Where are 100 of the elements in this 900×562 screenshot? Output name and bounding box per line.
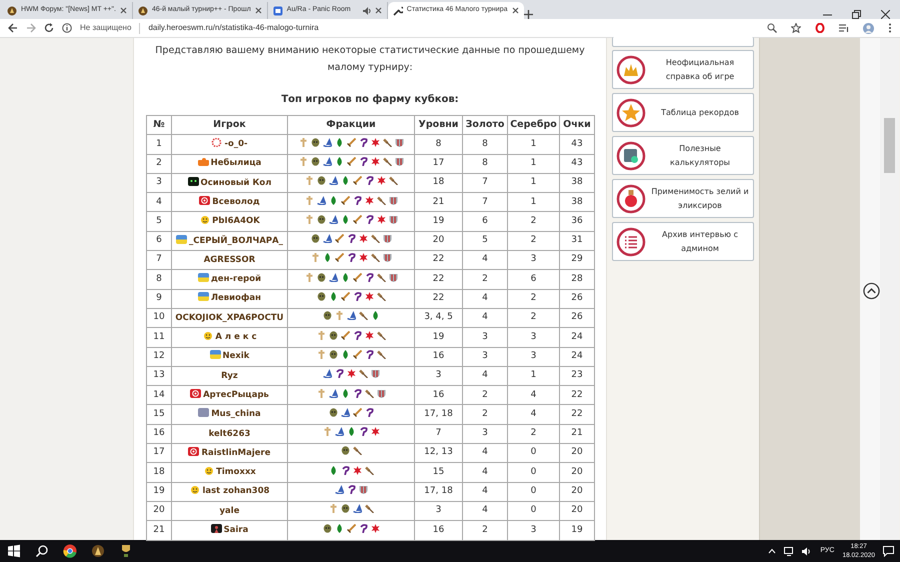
player-name[interactable]: -o_0-	[224, 139, 248, 150]
table-cell: 36	[560, 212, 594, 232]
sword-icon	[352, 214, 362, 224]
sidebar-link-label[interactable]: Таблица рекордов	[650, 106, 750, 120]
table-cell: 17	[146, 444, 172, 463]
menu-icon[interactable]	[888, 23, 892, 33]
sidebar-link-label[interactable]: Архив интервью с админом	[650, 228, 750, 256]
trophy-icon[interactable]	[119, 544, 133, 558]
star-burst-icon	[370, 138, 380, 147]
smiley-icon	[199, 215, 210, 224]
table-cell: 14	[146, 386, 172, 405]
puzzle-icon	[198, 157, 209, 166]
notification-icon[interactable]	[883, 546, 894, 556]
table-cell: 2	[462, 386, 508, 405]
shield-icon	[394, 156, 404, 166]
sword-icon	[340, 292, 350, 302]
table-cell: 22	[414, 289, 462, 308]
potion-icon	[616, 184, 646, 214]
table-cell: 31	[560, 231, 594, 251]
network-icon[interactable]	[784, 546, 794, 556]
table-cell: 19	[146, 482, 172, 502]
sidebar-card[interactable]: Полезные калькуляторы	[612, 136, 754, 175]
browser-icon[interactable]	[63, 544, 77, 558]
hammer-icon	[376, 330, 386, 340]
sidebar-card[interactable]: Неофициальная справка об игре	[612, 50, 754, 89]
sidebar-link-label[interactable]: Полезные калькуляторы	[650, 142, 750, 170]
table-cell: 20	[560, 444, 594, 463]
sword-icon	[352, 408, 362, 417]
reload-icon[interactable]	[44, 23, 54, 33]
player-name[interactable]: kelt6263	[208, 428, 250, 439]
speaker-icon[interactable]	[362, 6, 371, 14]
close-icon[interactable]	[374, 7, 382, 14]
table-cell: 2	[508, 308, 560, 328]
playlist-icon[interactable]	[839, 23, 849, 33]
windows-icon[interactable]	[7, 544, 21, 558]
flag-icon	[198, 273, 209, 282]
new-tab-icon[interactable]	[524, 10, 532, 19]
scroll-to-top-icon[interactable]	[863, 282, 880, 300]
skull-icon	[316, 272, 326, 282]
table-cell: 10	[146, 308, 172, 328]
close-icon[interactable]	[881, 10, 890, 19]
chevron-up-icon[interactable]	[768, 548, 776, 554]
close-icon[interactable]	[512, 7, 518, 14]
table-cell: 22	[414, 250, 462, 270]
star-burst-icon	[358, 234, 368, 244]
restore-icon[interactable]	[852, 10, 861, 19]
address-field[interactable]: daily.heroeswm.ru/n/statistika-46-malogo-turnira	[148, 22, 319, 34]
horse-icon[interactable]	[91, 544, 105, 558]
player-name[interactable]: Timoxxx	[216, 467, 256, 478]
sidebar-card[interactable]: Таблица рекордов	[612, 93, 754, 132]
wizard-hat-icon	[328, 176, 338, 186]
hammer-icon	[382, 138, 392, 147]
player-name[interactable]: Saira	[224, 525, 248, 535]
table-cell: 19	[414, 212, 462, 232]
sidebar-link-label[interactable]: Неофициальная справка об игре	[650, 56, 750, 84]
player-name[interactable]: Ryz	[221, 370, 238, 381]
player-name[interactable]: yale	[220, 506, 240, 516]
video-icon	[272, 6, 283, 16]
search-icon[interactable]	[35, 544, 49, 558]
table-cell: 22	[560, 404, 594, 424]
wizard-hat-icon	[322, 369, 332, 378]
player-name[interactable]: А л е к с	[215, 332, 257, 342]
sword-icon	[352, 272, 362, 282]
wizard-hat-icon	[328, 272, 338, 282]
volume-icon[interactable]	[802, 546, 812, 556]
security-label: Не защищено	[80, 22, 132, 34]
star-burst-icon	[370, 524, 380, 533]
table-cell: 12	[146, 347, 172, 366]
sidebar-card[interactable]: Архив интервью с админом	[612, 222, 754, 261]
close-icon[interactable]	[120, 7, 127, 14]
table-cell: 3	[462, 328, 508, 348]
table-cell: 11	[146, 328, 172, 348]
table-cell: 43	[560, 134, 594, 154]
table-cell: 3	[462, 347, 508, 366]
zoom-icon[interactable]	[767, 23, 777, 33]
shield-icon	[382, 234, 392, 244]
player-name[interactable]: Nexik	[222, 351, 250, 362]
avatar-icon[interactable]	[863, 22, 874, 34]
shield-icon	[382, 253, 392, 262]
table-cell: 4	[462, 501, 508, 521]
table-cell: 0	[508, 482, 560, 502]
back-icon[interactable]	[8, 23, 18, 33]
close-icon[interactable]	[254, 7, 262, 14]
wizard-hat-icon	[322, 138, 332, 147]
table-cell: 18	[146, 462, 172, 482]
star-icon[interactable]	[791, 23, 801, 33]
skull-icon	[316, 292, 326, 302]
table-cell: 22	[560, 386, 594, 405]
table-cell: 2	[508, 424, 560, 444]
table-cell: 4	[462, 250, 508, 270]
sidebar-link-label[interactable]: Применимость зелий и эликсиров	[650, 184, 750, 212]
table-cell: 5	[146, 212, 172, 232]
hook-icon	[364, 176, 374, 186]
sidebar-card[interactable]: Применимость зелий и эликсиров	[612, 179, 754, 218]
leaf-icon	[340, 388, 350, 398]
skull-icon	[328, 408, 338, 417]
table-cell: 16	[414, 520, 462, 540]
o-logo-icon[interactable]	[815, 23, 825, 33]
hammer-icon	[358, 311, 368, 320]
hook-icon	[358, 524, 368, 533]
